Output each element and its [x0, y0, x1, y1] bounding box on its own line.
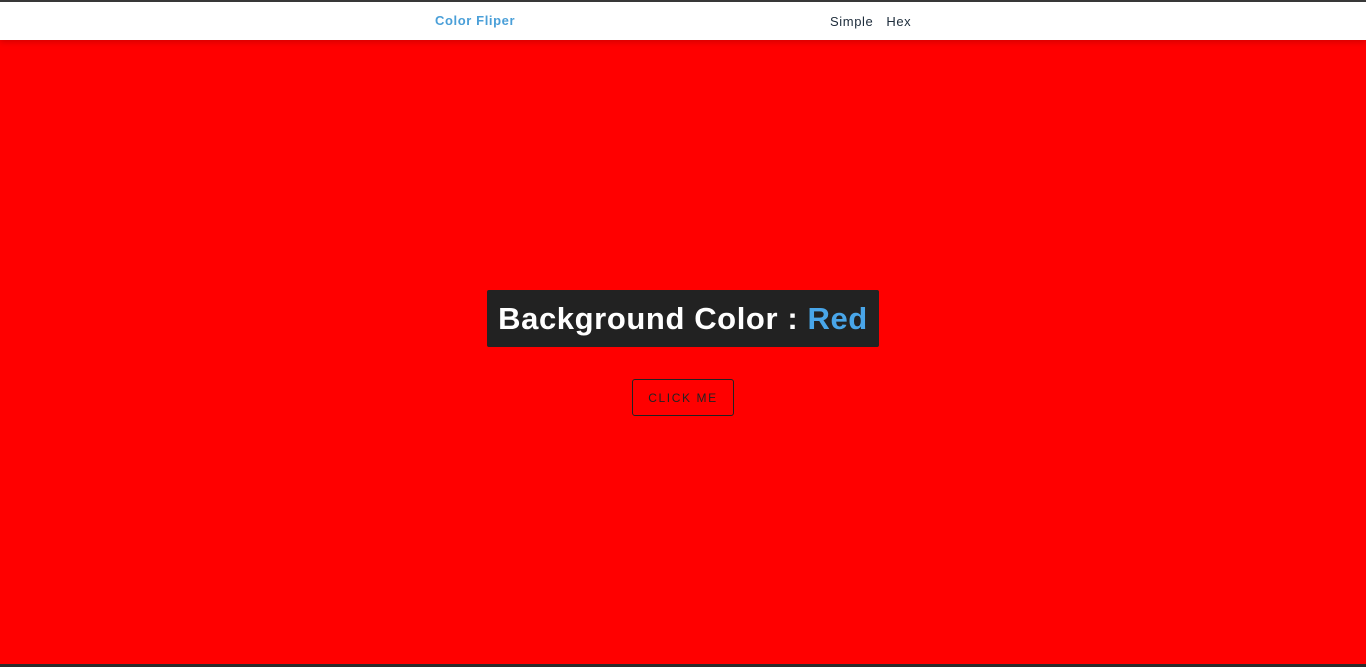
color-label-box: Background Color : Red — [487, 290, 879, 347]
nav-links: Simple Hex — [830, 14, 911, 29]
navbar: Color Fliper Simple Hex — [0, 2, 1366, 40]
nav-link-simple[interactable]: Simple — [830, 14, 873, 29]
color-canvas: Background Color : Red click me — [0, 40, 1366, 664]
brand-link[interactable]: Color Fliper — [435, 13, 515, 28]
color-value: Red — [807, 300, 868, 336]
nav-link-hex[interactable]: Hex — [886, 14, 911, 29]
click-me-button[interactable]: click me — [632, 379, 734, 416]
background-color-heading: Background Color : Red — [498, 301, 868, 337]
heading-prefix: Background Color : — [498, 300, 808, 336]
